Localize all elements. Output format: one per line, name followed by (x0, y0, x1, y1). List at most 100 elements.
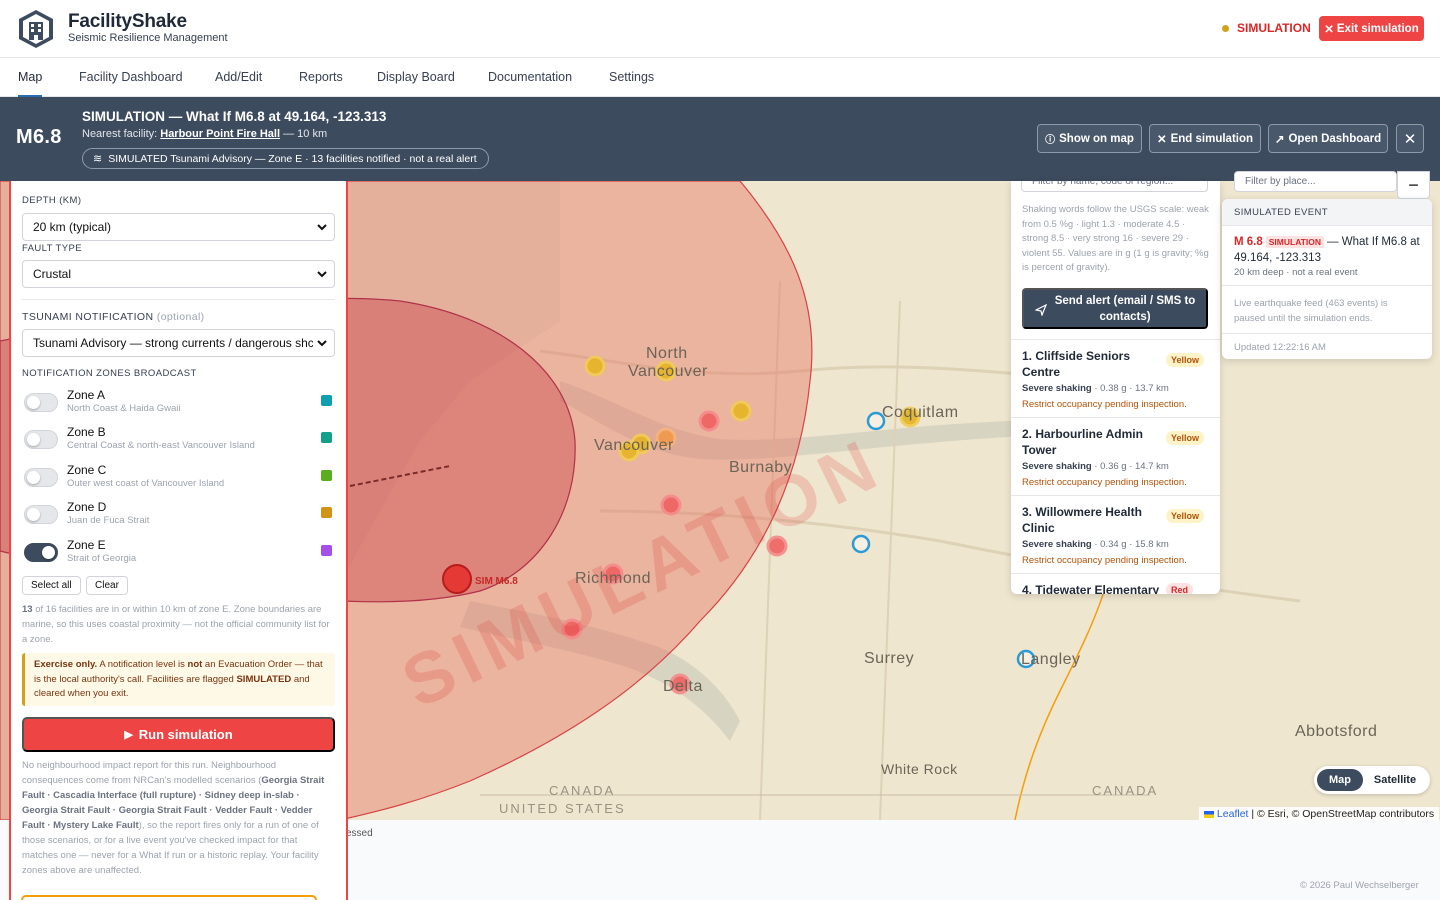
open-dashboard-label: Open Dashboard (1288, 132, 1382, 145)
facility-item[interactable]: 4. Tidewater Elementary Red (1011, 573, 1220, 594)
map-label-canada-west: CANADA (549, 783, 616, 798)
wave-icon: ≋ (93, 153, 103, 165)
facility-name: 2. Harbourline Admin Tower (1022, 427, 1143, 457)
send-alert-button[interactable]: Send alert (email / SMS to contacts) (1022, 288, 1208, 329)
zones-label: NOTIFICATION ZONES BROADCAST (22, 368, 197, 379)
nav-map[interactable]: Map (18, 58, 43, 97)
basemap-satellite-option[interactable]: Satellite (1363, 774, 1427, 786)
status-dot-icon (1222, 24, 1229, 32)
zone-desc: Strait of Georgia (67, 553, 137, 564)
facility-action: Restrict occupancy pending inspection. (1022, 555, 1187, 566)
simulation-tag: SIMULATION (1265, 236, 1325, 248)
show-on-map-label: Show on map (1059, 132, 1134, 145)
run-simulation-button[interactable]: ▶ Run simulation (22, 717, 335, 752)
map-label-abbotsford: Abbotsford (1295, 723, 1378, 740)
event-subtext: 20 km deep · not a real event (1234, 267, 1358, 278)
fault-type-select[interactable]: Crustal (22, 260, 335, 288)
facility-filter-input[interactable]: Filter by name, code or region... (1021, 181, 1208, 192)
map-label-north-vancouver-2: Vancouver (628, 363, 708, 380)
basemap-toggle[interactable]: Map Satellite (1314, 766, 1430, 794)
zone-color-swatch (321, 507, 332, 518)
zone-row-c: Zone C Outer west coast of Vancouver Isl… (22, 461, 335, 491)
nearest-facility-link[interactable]: Harbour Point Fire Hall (160, 128, 280, 140)
zone-name: Zone E (67, 538, 106, 552)
banner-close-button[interactable]: ✕ (1396, 124, 1424, 153)
basemap-map-option[interactable]: Map (1317, 769, 1363, 791)
nav-reports[interactable]: Reports (299, 58, 343, 97)
facility-name: 4. Tidewater Elementary (1022, 583, 1160, 594)
select-all-zones-button[interactable]: Select all (22, 576, 81, 595)
facility-item[interactable]: 1. Cliffside Seniors Centre Yellow Sever… (1011, 339, 1220, 417)
nav-add-edit[interactable]: Add/Edit (215, 58, 262, 97)
impact-note-text: No neighbourhood impact report for this … (22, 760, 277, 786)
map-label-richmond: Richmond (575, 570, 652, 587)
status-badge: Yellow (1166, 509, 1205, 523)
open-dashboard-button[interactable]: ↗ Open Dashboard (1268, 124, 1388, 153)
tsunami-advisory-pill: ≋ SIMULATED Tsunami Advisory — Zone E · … (82, 148, 489, 169)
facility-list-panel: Filter by name, code or region... Shakin… (1011, 181, 1220, 594)
run-simulation-label: Run simulation (138, 727, 233, 742)
warn-text: A notification level is (97, 659, 188, 670)
magnitude-display: M6.8 (16, 126, 62, 148)
place-filter-input[interactable]: Filter by place... (1234, 171, 1397, 192)
zone-color-swatch (321, 545, 332, 556)
clear-zones-button[interactable]: Clear (86, 576, 128, 595)
close-icon: ✕ (1156, 133, 1167, 146)
zone-desc: Central Coast & north-east Vancouver Isl… (67, 440, 255, 451)
copyright: © 2026 Paul Wechselberger (1300, 880, 1419, 891)
close-icon: ✕ (1324, 23, 1334, 36)
warn-simulated: SIMULATED (236, 673, 292, 685)
nearest-prefix: Nearest facility: (82, 128, 161, 140)
map-attribution: Leaflet | © Esri, © OpenStreetMap contri… (1199, 807, 1440, 821)
simulated-event-heading: SIMULATED EVENT (1222, 199, 1432, 226)
zone-name: Zone B (67, 425, 106, 439)
map-label-surrey: Surrey (864, 650, 915, 667)
nav-display-board[interactable]: Display Board (377, 58, 455, 97)
shaking-values: · 0.34 g · 15.8 km (1091, 539, 1169, 550)
partial-button-edge[interactable] (21, 895, 317, 900)
zone-b-toggle[interactable] (24, 430, 58, 449)
tsunami-advisory-text: SIMULATED Tsunami Advisory — Zone E · 13… (108, 152, 477, 165)
toggle-knob (27, 508, 40, 521)
zone-d-toggle[interactable] (24, 505, 58, 524)
nav-facility-dashboard[interactable]: Facility Dashboard (79, 58, 183, 97)
send-icon (1035, 304, 1047, 316)
end-simulation-button[interactable]: ✕ End simulation (1149, 124, 1261, 153)
shaking-level: Severe shaking (1022, 539, 1092, 550)
zone-color-swatch (321, 432, 332, 443)
zone-c-toggle[interactable] (24, 468, 58, 487)
depth-select[interactable]: 20 km (typical) (22, 213, 335, 241)
coverage-count: 13 (22, 604, 33, 615)
zoom-out-button[interactable]: − (1397, 171, 1430, 199)
facility-item[interactable]: 3. Willowmere Health Clinic Yellow Sever… (1011, 495, 1220, 573)
map-label-united-states: UNITED STATES (499, 801, 626, 816)
chevron-down-icon (317, 340, 327, 347)
zone-name: Zone A (67, 388, 106, 402)
zone-a-toggle[interactable] (24, 393, 58, 412)
zone-color-swatch (321, 395, 332, 406)
map-label-delta: Delta (663, 678, 703, 695)
banner-title: SIMULATION — What If M6.8 at 49.164, -12… (82, 109, 386, 124)
nav-documentation[interactable]: Documentation (488, 58, 572, 97)
shaking-legend: Shaking words follow the USGS scale: wea… (1022, 204, 1209, 273)
zone-e-toggle[interactable] (24, 543, 58, 562)
main-nav: Map Facility Dashboard Add/Edit Reports … (0, 58, 1440, 97)
section-divider (22, 299, 335, 300)
tsunami-optional: (optional) (156, 311, 205, 323)
tsunami-level-select[interactable]: Tsunami Advisory — strong currents / dan… (22, 329, 335, 357)
updated-timestamp: Updated 12:22:16 AM (1234, 342, 1326, 353)
facility-meta: Severe shaking · 0.36 g · 14.7 km (1022, 461, 1169, 472)
map-label-vancouver: Vancouver (594, 437, 674, 454)
zone-row-a: Zone A North Coast & Haida Gwaii (22, 386, 335, 416)
epicenter-marker[interactable] (442, 564, 472, 594)
nav-settings[interactable]: Settings (609, 58, 654, 97)
exit-simulation-button[interactable]: ✕ Exit simulation (1319, 16, 1424, 41)
facility-action: Restrict occupancy pending inspection. (1022, 399, 1187, 410)
show-on-map-button[interactable]: ⓘ Show on map (1037, 124, 1142, 153)
nearest-distance: — 10 km (280, 128, 328, 140)
facility-item[interactable]: 2. Harbourline Admin Tower Yellow Severe… (1011, 417, 1220, 495)
toggle-knob (27, 471, 40, 484)
simulation-indicator: SIMULATION (1222, 21, 1311, 35)
leaflet-link[interactable]: Leaflet (1217, 808, 1249, 820)
chevron-down-icon (317, 224, 327, 231)
